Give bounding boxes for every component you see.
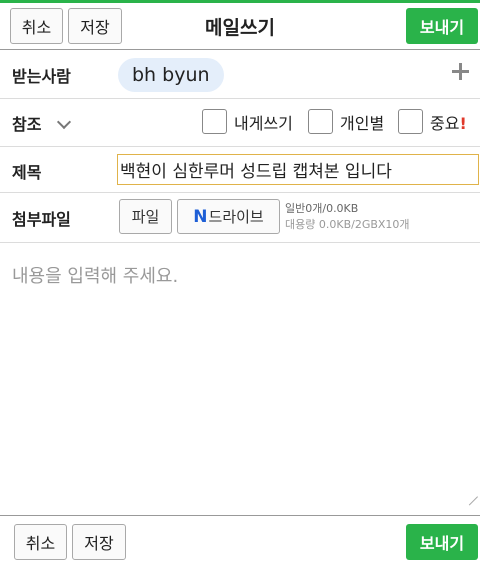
plus-icon[interactable] xyxy=(450,61,472,83)
recipient-label: 받는사람 xyxy=(12,67,71,86)
cc-label: 참조 xyxy=(12,115,42,134)
subject-row: 제목 백현이 심한루머 성드립 캡쳐본 입니다 xyxy=(0,147,480,193)
large-usage: 대용량 0.0KB/2GBX10개 xyxy=(285,218,410,231)
recipient-row: 받는사람 bh byun xyxy=(0,51,480,99)
subject-input[interactable]: 백현이 심한루머 성드립 캡쳐본 입니다 xyxy=(117,154,479,185)
body-textarea[interactable]: 내용을 입력해 주세요. xyxy=(0,244,480,499)
important-checkbox[interactable] xyxy=(398,109,423,134)
body-placeholder: 내용을 입력해 주세요. xyxy=(12,266,179,287)
file-button[interactable]: 파일 xyxy=(119,199,172,234)
send-button[interactable]: 보내기 xyxy=(406,8,478,44)
drive-button-label: 드라이브 xyxy=(208,208,264,226)
footer-send-button[interactable]: 보내기 xyxy=(406,524,478,560)
subject-label: 제목 xyxy=(12,163,42,182)
individual-checkbox[interactable] xyxy=(308,109,333,134)
important-mark: ! xyxy=(459,114,467,133)
naver-drive-icon: N xyxy=(193,206,208,227)
self-write-checkbox[interactable] xyxy=(202,109,227,134)
footer-save-button[interactable]: 저장 xyxy=(72,524,126,560)
chevron-down-icon[interactable] xyxy=(56,114,72,130)
important-label-group: 중요! xyxy=(430,110,467,134)
drive-button[interactable]: N 드라이브 xyxy=(177,199,280,234)
resize-handle-icon[interactable] xyxy=(468,487,478,497)
cc-row: 참조 내게쓰기 개인별 중요! xyxy=(0,99,480,147)
self-write-label: 내게쓰기 xyxy=(234,114,293,133)
important-label: 중요 xyxy=(430,114,460,133)
individual-label: 개인별 xyxy=(340,114,385,133)
footer-cancel-button[interactable]: 취소 xyxy=(14,524,67,560)
recipient-chip[interactable]: bh byun xyxy=(118,58,224,92)
attachment-row: 첨부파일 파일 N 드라이브 일반0개/0.0KB 대용량 0.0KB/2GBX1… xyxy=(0,193,480,243)
general-usage: 일반0개/0.0KB xyxy=(285,202,359,215)
header-bar: 취소 저장 메일쓰기 보내기 xyxy=(0,3,480,50)
attachment-label: 첨부파일 xyxy=(12,210,71,229)
footer-bar: 취소 저장 보내기 xyxy=(0,515,480,587)
